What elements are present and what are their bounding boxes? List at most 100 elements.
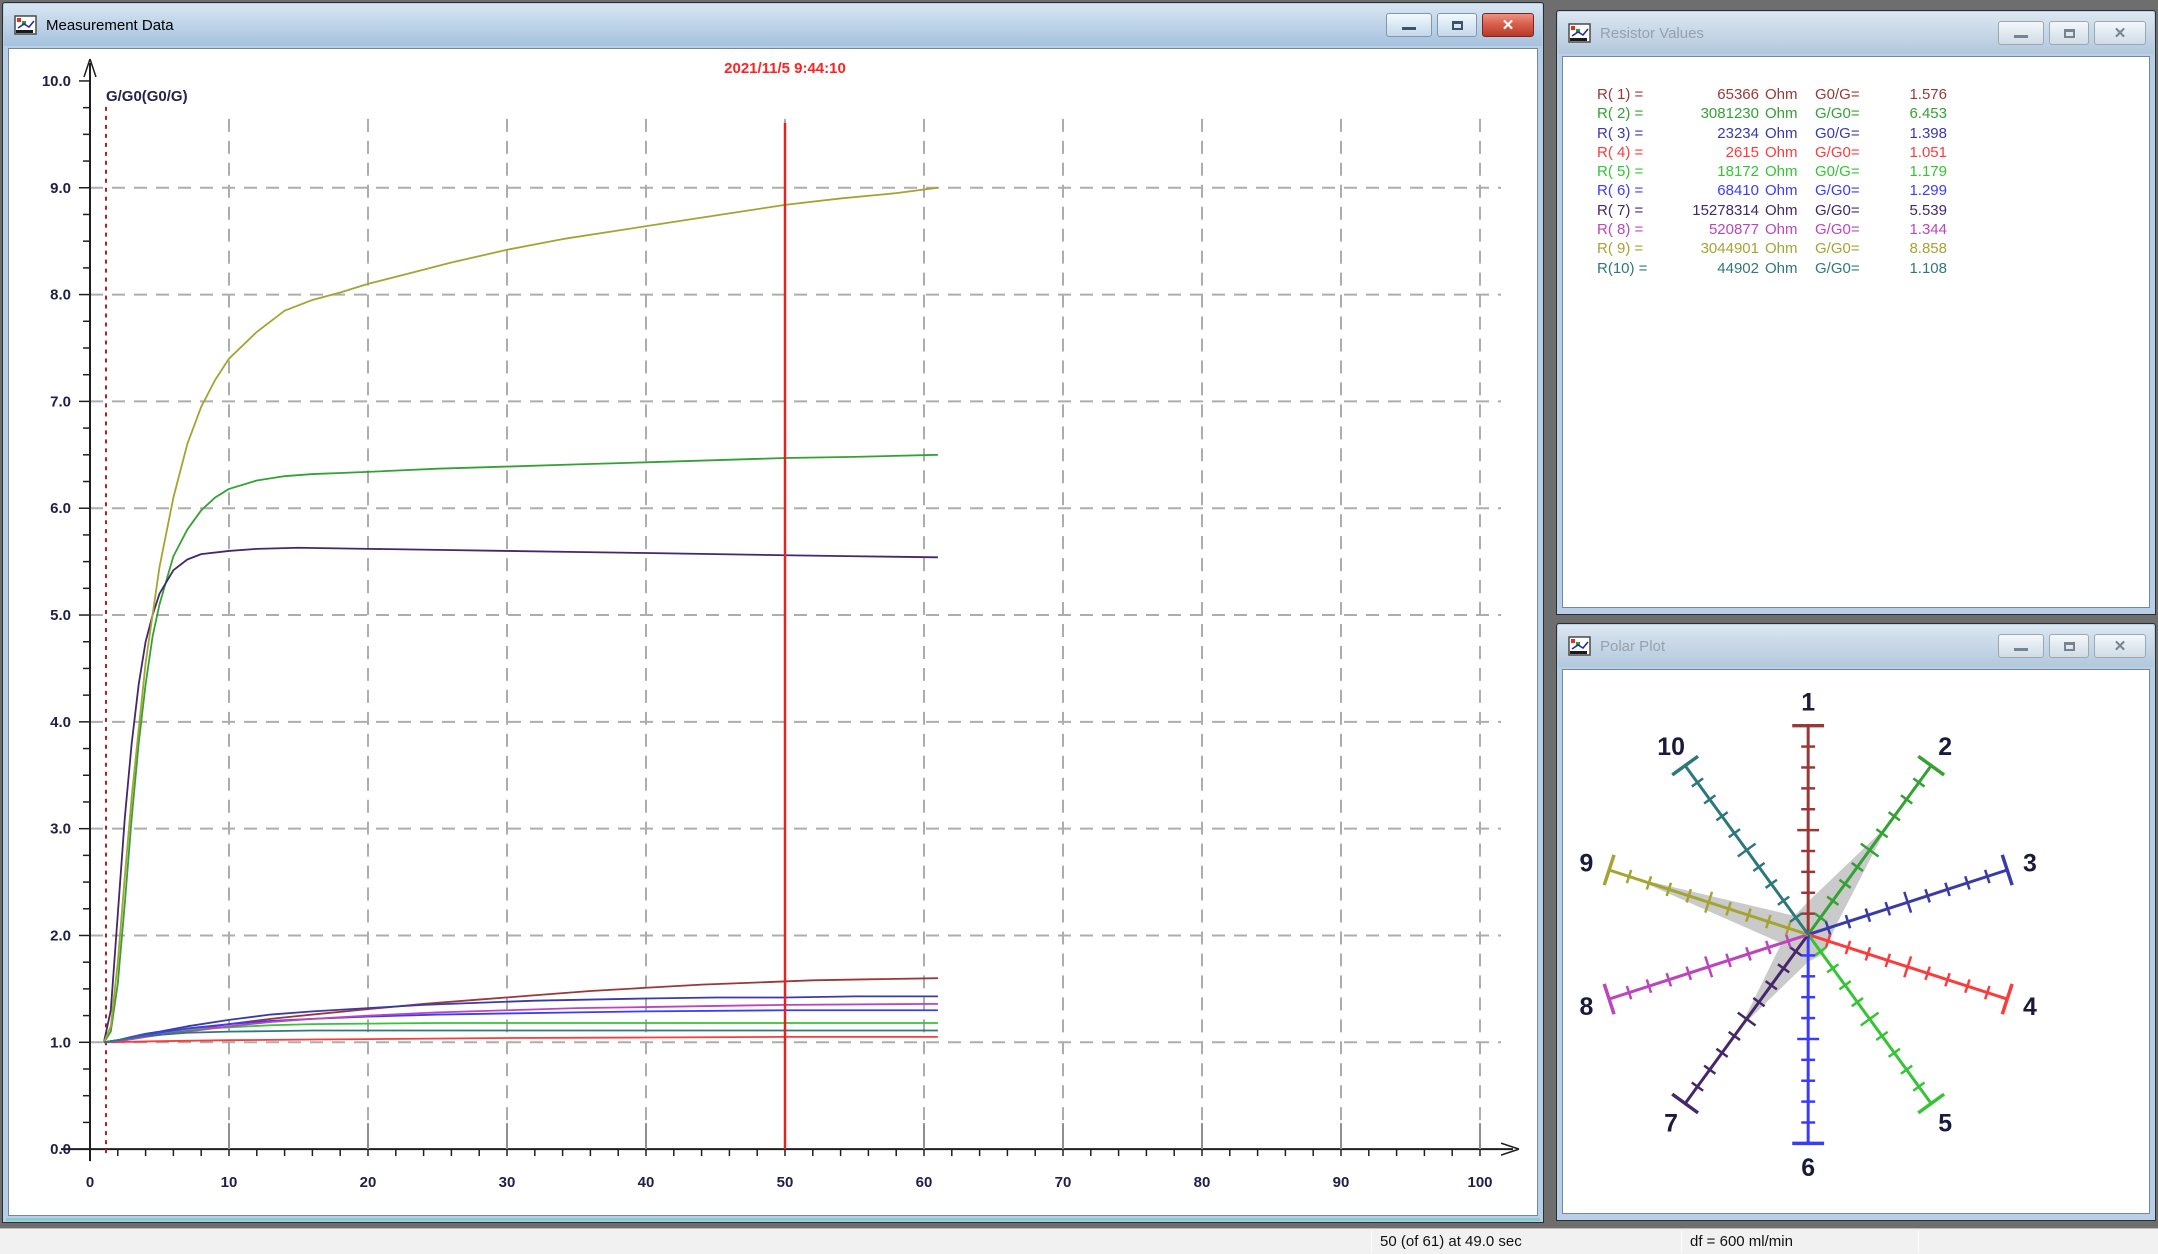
resistor-titlebar[interactable]: Resistor Values ✕ (1558, 12, 2154, 54)
ratio-label: G/G0= (1815, 259, 1881, 278)
restore-icon (2064, 29, 2075, 38)
radar-spoke-5: 5 (1808, 935, 1952, 1138)
polar-chart[interactable]: 12345678910 (1563, 670, 2149, 1213)
ratio-label: G0/G= (1815, 85, 1881, 104)
y-tick-label: 0.0 (50, 1141, 71, 1158)
resistor-rows: R( 1) = 65366 Ohm G0/G= 1.576 R( 2) = 30… (1563, 57, 2149, 607)
close-button[interactable]: ✕ (2094, 21, 2146, 45)
minimize-button[interactable] (1998, 21, 2044, 45)
resistance-value: 65366 (1657, 85, 1759, 104)
resistor-label: R( 1) = (1597, 85, 1651, 104)
resistance-value: 23234 (1657, 124, 1759, 143)
spoke-number-label: 6 (1801, 1154, 1815, 1182)
resistor-label: R( 5) = (1597, 162, 1651, 181)
resistance-unit: Ohm (1765, 259, 1809, 278)
window-polar-plot: Polar Plot ✕ 12345678910 (1556, 623, 2156, 1221)
resistor-row: R(10) = 44902 Ohm G/G0= 1.108 (1597, 259, 2149, 278)
resistance-value: 68410 (1657, 181, 1759, 200)
resistor-label: R( 8) = (1597, 220, 1651, 239)
resistance-value: 3081230 (1657, 104, 1759, 123)
minimize-icon (2014, 35, 2028, 38)
chart-window-icon (1568, 23, 1592, 43)
maximize-icon (1452, 21, 1463, 30)
y-tick-label: 1.0 (50, 1034, 71, 1051)
measurement-titlebar[interactable]: Measurement Data ✕ (4, 4, 1542, 46)
chart-window-icon (14, 15, 38, 35)
ratio-value: 8.858 (1887, 239, 1947, 258)
resistance-unit: Ohm (1765, 162, 1809, 181)
y-tick-label: 5.0 (50, 607, 71, 624)
polar-plot-area: 12345678910 (1562, 669, 2150, 1214)
ratio-label: G/G0= (1815, 104, 1881, 123)
spoke-number-label: 5 (1938, 1110, 1952, 1138)
resistor-label: R( 4) = (1597, 143, 1651, 162)
ratio-value: 1.344 (1887, 220, 1947, 239)
resistor-values-panel: R( 1) = 65366 Ohm G0/G= 1.576 R( 2) = 30… (1562, 56, 2150, 608)
resistance-unit: Ohm (1765, 181, 1809, 200)
resistor-row: R( 4) = 2615 Ohm G/G0= 1.051 (1597, 143, 2149, 162)
polar-window-title: Polar Plot (1600, 638, 1998, 655)
maximize-button[interactable] (1437, 13, 1477, 37)
resistance-value: 44902 (1657, 259, 1759, 278)
close-icon: ✕ (2114, 26, 2127, 41)
resistor-row: R( 2) = 3081230 Ohm G/G0= 6.453 (1597, 104, 2149, 123)
maximize-button[interactable] (2049, 21, 2089, 45)
series-R(7) (104, 548, 938, 1043)
resistance-unit: Ohm (1765, 124, 1809, 143)
resistance-unit: Ohm (1765, 143, 1809, 162)
spoke-number-label: 8 (1579, 993, 1593, 1021)
resistor-row: R( 8) = 520877 Ohm G/G0= 1.344 (1597, 220, 2149, 239)
y-tick-label: 2.0 (50, 927, 71, 944)
close-button[interactable]: ✕ (2094, 634, 2146, 658)
minimize-icon (2014, 648, 2028, 651)
resistor-row: R( 7) = 15278314 Ohm G/G0= 5.539 (1597, 201, 2149, 220)
inplot-axis-label: G/G0(G0/G) (106, 88, 188, 105)
close-button[interactable]: ✕ (1482, 13, 1534, 37)
resistance-unit: Ohm (1765, 85, 1809, 104)
status-bar: 50 (of 61) at 49.0 sec df = 600 ml/min (0, 1228, 2158, 1254)
x-tick-label: 100 (1467, 1174, 1492, 1191)
y-tick-label: 10.0 (42, 73, 71, 90)
statusbar-separator (1371, 1231, 1372, 1252)
resistor-label: R( 3) = (1597, 124, 1651, 143)
x-tick-label: 50 (777, 1174, 794, 1191)
close-icon: ✕ (2114, 639, 2127, 654)
y-tick-label: 4.0 (50, 714, 71, 731)
radar-spoke-4: 4 (1808, 934, 2037, 1021)
resistance-unit: Ohm (1765, 201, 1809, 220)
window-measurement-data: Measurement Data ✕ 2021/11/5 9:44:10 G/G0… (2, 2, 1544, 1223)
ratio-label: G0/G= (1815, 124, 1881, 143)
y-tick-label: 9.0 (50, 180, 71, 197)
ratio-value: 1.398 (1887, 124, 1947, 143)
minimize-button[interactable] (1998, 634, 2044, 658)
ratio-value: 1.108 (1887, 259, 1947, 278)
statusbar-separator (1681, 1231, 1682, 1252)
resistor-row: R( 1) = 65366 Ohm G0/G= 1.576 (1597, 85, 2149, 104)
maximize-button[interactable] (2049, 634, 2089, 658)
mdi-workspace: Measurement Data ✕ 2021/11/5 9:44:10 G/G0… (0, 0, 2158, 1254)
cursor-timestamp-label: 2021/11/5 9:44:10 (724, 60, 846, 77)
ratio-label: G/G0= (1815, 220, 1881, 239)
y-tick-label: 6.0 (50, 500, 71, 517)
resistance-value: 3044901 (1657, 239, 1759, 258)
ratio-label: G/G0= (1815, 201, 1881, 220)
x-tick-label: 60 (916, 1174, 933, 1191)
x-tick-label: 70 (1055, 1174, 1072, 1191)
ratio-value: 1.051 (1887, 143, 1947, 162)
status-measurement-progress: 50 (of 61) at 49.0 sec (1380, 1229, 1522, 1254)
measurement-chart[interactable]: 2021/11/5 9:44:10 G/G0(G0/G) 0.0 1.0 2.0 3.0 4… (9, 49, 1537, 1215)
x-tick-label: 0 (86, 1174, 94, 1191)
measurement-window-title: Measurement Data (46, 17, 1386, 34)
measurement-chart-area: 2021/11/5 9:44:10 G/G0(G0/G) 0.0 1.0 2.0 3.0 4… (8, 48, 1538, 1216)
polar-titlebar[interactable]: Polar Plot ✕ (1558, 625, 2154, 667)
y-tick-label: 8.0 (50, 287, 71, 304)
ratio-label: G/G0= (1815, 181, 1881, 200)
spoke-number-label: 10 (1657, 733, 1685, 761)
minimize-button[interactable] (1386, 13, 1432, 37)
radar-spoke-7: 7 (1664, 935, 1808, 1138)
x-tick-label: 10 (221, 1174, 238, 1191)
resistance-unit: Ohm (1765, 104, 1809, 123)
resistance-value: 2615 (1657, 143, 1759, 162)
y-tick-label: 3.0 (50, 821, 71, 838)
spoke-number-label: 9 (1579, 849, 1593, 877)
